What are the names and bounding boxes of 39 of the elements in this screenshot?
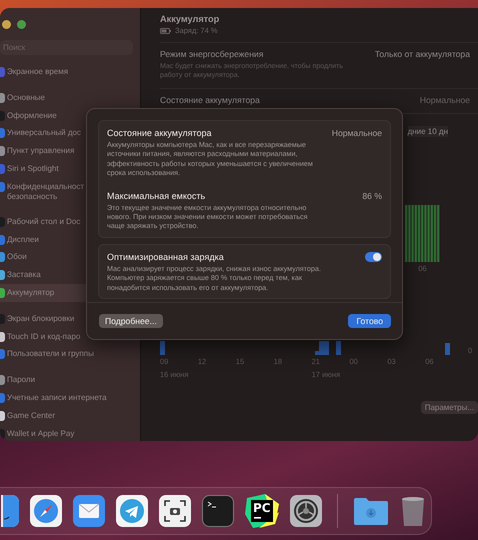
settings-button[interactable]: Параметры... (420, 401, 478, 414)
period-tab[interactable]: дние 10 дн (408, 126, 448, 137)
setting-value[interactable]: Только от аккумулятора (374, 49, 470, 80)
folder-icon[interactable] (353, 495, 389, 527)
zoom-button[interactable] (17, 20, 26, 28)
toggle-switch[interactable] (365, 252, 382, 262)
camera-icon[interactable] (159, 495, 191, 527)
sidebar-item[interactable]: Оформление (0, 106, 138, 124)
sidebar-item[interactable]: Учетные записи интернета (0, 388, 138, 407)
trash-icon[interactable] (400, 495, 426, 527)
battery-level-bars-drawing (405, 205, 440, 262)
details-button[interactable]: Подробнее... (99, 314, 163, 328)
sidebar-item[interactable]: Touch ID и код-паро (0, 328, 138, 346)
finder-icon[interactable] (1, 495, 19, 527)
setting-label: Состояние аккумулятора (160, 95, 260, 105)
option-title: Максимальная емкость (107, 190, 206, 201)
setting-label: Режим энергосбережения (160, 49, 264, 59)
status-value: 86 % (362, 190, 382, 201)
sidebar-item[interactable]: Game Center (0, 406, 138, 425)
pycharm-icon[interactable]: PC (245, 494, 279, 528)
sidebar-item[interactable]: Экранное время (0, 63, 138, 81)
option-title: Состояние аккумулятора (107, 128, 212, 138)
done-button[interactable]: Готово (348, 314, 391, 328)
status-value: Нормальное (332, 128, 382, 138)
mail-icon[interactable] (73, 495, 105, 527)
sidebar-item[interactable]: Пользователи и группы (0, 345, 138, 364)
terminal-icon[interactable] (202, 495, 234, 527)
gear-icon[interactable] (290, 495, 322, 527)
minimize-button[interactable] (2, 20, 11, 28)
sidebar-item[interactable]: Дисплеи (0, 230, 138, 248)
setting-value[interactable]: Нормальное (420, 95, 470, 105)
option-title: Оптимизированная зарядка (107, 252, 224, 262)
page-title: Аккумулятор (160, 14, 220, 24)
compass-icon[interactable] (30, 495, 62, 527)
sidebar-item[interactable]: Пароли (0, 371, 138, 389)
battery-icon (160, 28, 171, 34)
sidebar-item[interactable]: Wallet и Apple Pay (0, 424, 138, 441)
sidebar-item[interactable]: Основные (0, 88, 138, 107)
paper-plane-icon[interactable] (116, 495, 148, 527)
